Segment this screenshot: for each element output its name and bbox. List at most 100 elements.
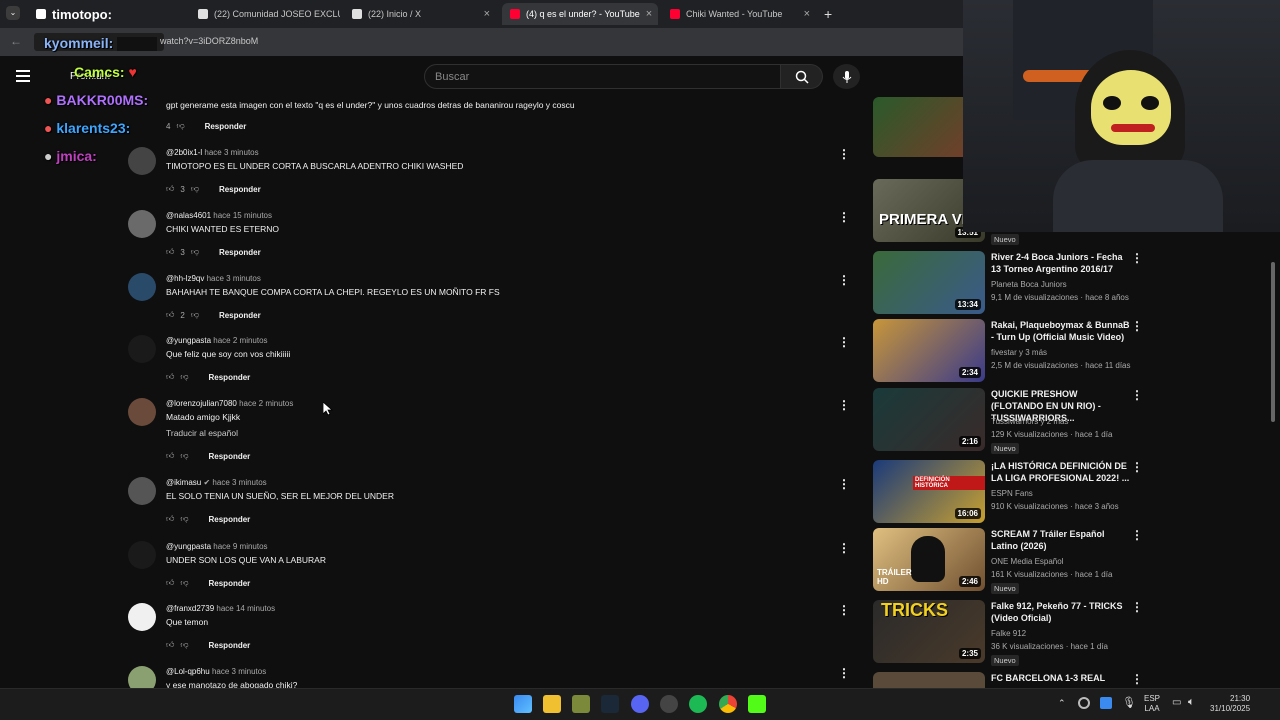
steam-icon[interactable] [601, 695, 619, 713]
app-icon[interactable] [660, 695, 678, 713]
tray-overflow-icon[interactable]: ⌃ [1058, 698, 1066, 709]
more-options-icon[interactable]: ⋮ [838, 398, 850, 412]
tab-2[interactable]: (22) Comunidad JOSEO EXCLUS× [190, 3, 340, 25]
more-options-icon[interactable]: ⋮ [838, 603, 850, 617]
avatar[interactable] [128, 666, 156, 688]
new-tab-icon[interactable]: + [824, 6, 832, 22]
comment-time[interactable]: hace 3 minutos [207, 274, 261, 283]
comment-author[interactable]: @ikimasu [166, 478, 201, 487]
like-icon[interactable]: 👍︎ [166, 514, 174, 524]
comment-time[interactable]: hace 15 minutos [213, 211, 272, 220]
avatar[interactable] [128, 210, 156, 238]
clock[interactable]: 21:30 31/10/2025 [1210, 694, 1250, 714]
video-thumbnail[interactable]: 13:34 [873, 251, 985, 314]
chrome-icon[interactable] [719, 695, 737, 713]
channel-name[interactable]: fivestar y 3 más [991, 348, 1047, 357]
comment-time[interactable]: hace 3 minutos [212, 478, 266, 487]
dislike-icon[interactable]: 👎︎ [191, 184, 199, 194]
video-card[interactable]: 2:16 QUICKIE PRESHOW (FLOTANDO EN UN RIO… [873, 388, 1273, 454]
reply-button[interactable]: Responder [209, 373, 251, 382]
volume-icon[interactable]: 🔈︎ [1188, 696, 1195, 709]
video-title[interactable]: Falke 912, Pekeño 77 - TRICKS (Video Ofi… [991, 600, 1131, 624]
like-icon[interactable]: 👍︎ [166, 372, 174, 382]
spotify-icon[interactable] [689, 695, 707, 713]
comment-time[interactable]: hace 3 minutos [204, 148, 258, 157]
like-icon[interactable]: 👍︎ [166, 310, 174, 320]
security-icon[interactable] [1100, 697, 1112, 709]
comment-author[interactable]: @franxd2739 [166, 604, 214, 613]
video-title[interactable]: SCREAM 7 Tráiler Español Latino (2026) [991, 528, 1131, 552]
reply-button[interactable]: Responder [209, 452, 251, 461]
reply-button[interactable]: Responder [219, 248, 261, 257]
avatar[interactable] [128, 335, 156, 363]
avatar[interactable] [128, 603, 156, 631]
voice-search-button[interactable] [833, 64, 860, 89]
video-card[interactable]: FC BARCELONA 1-3 REAL ⋮ [873, 672, 1273, 688]
more-options-icon[interactable]: ⋮ [1131, 528, 1143, 542]
video-thumbnail[interactable]: 2:34 [873, 319, 985, 382]
windows-start-icon[interactable] [514, 695, 532, 713]
comment-time[interactable]: hace 9 minutos [213, 542, 267, 551]
video-card[interactable]: TRÁILER HD 2:46 SCREAM 7 Tráiler Español… [873, 528, 1273, 594]
video-thumbnail[interactable] [873, 672, 985, 688]
like-icon[interactable]: 👍︎ [166, 640, 174, 650]
more-options-icon[interactable]: ⋮ [1131, 460, 1143, 474]
network-icon[interactable]: ▭ [1172, 697, 1181, 708]
comment-time[interactable]: hace 2 minutos [239, 399, 293, 408]
dislike-icon[interactable]: 👎︎ [191, 310, 199, 320]
url-text[interactable]: watch?v=3iDORZ8nboM [160, 36, 258, 46]
reply-button[interactable]: Responder [205, 122, 247, 131]
channel-name[interactable]: Tussiwarriors y 2 más [991, 417, 1069, 426]
more-options-icon[interactable]: ⋮ [1131, 672, 1143, 686]
more-options-icon[interactable]: ⋮ [838, 335, 850, 349]
more-options-icon[interactable]: ⋮ [838, 666, 848, 680]
menu-icon[interactable] [16, 70, 30, 82]
sync-icon[interactable] [1078, 697, 1090, 709]
discord-icon[interactable] [631, 695, 649, 713]
more-options-icon[interactable]: ⋮ [838, 210, 850, 224]
channel-name[interactable]: Planeta Boca Juniors [991, 280, 1067, 289]
video-card[interactable]: DEFINICIÓN HISTÓRICA 16:06 ¡LA HISTÓRICA… [873, 460, 1273, 524]
like-icon[interactable]: 👍︎ [166, 247, 174, 257]
dislike-icon[interactable]: 👎︎ [191, 247, 199, 257]
dislike-icon[interactable]: 👎︎ [180, 640, 188, 650]
avatar[interactable] [128, 273, 156, 301]
close-icon[interactable]: × [484, 8, 490, 20]
like-icon[interactable]: 👍︎ [166, 184, 174, 194]
back-icon[interactable]: ← [10, 34, 22, 48]
file-explorer-icon[interactable] [543, 695, 561, 713]
avatar[interactable] [128, 398, 156, 426]
comment-time[interactable]: hace 3 minutos [212, 667, 266, 676]
close-icon[interactable]: × [646, 8, 652, 20]
comment-author[interactable]: @hh-lz9qv [166, 274, 204, 283]
video-title[interactable]: Rakai, Plaqueboymax & BunnaB - Turn Up (… [991, 319, 1131, 343]
video-card[interactable]: TRICKS 2:35 Falke 912, Pekeño 77 - TRICK… [873, 600, 1273, 666]
video-title[interactable]: ¡LA HISTÓRICA DEFINICIÓN DE LA LIGA PROF… [991, 460, 1131, 484]
dislike-icon[interactable]: 👎︎ [176, 121, 184, 131]
comment-author[interactable]: @nalas4601 [166, 211, 211, 220]
like-icon[interactable]: 👍︎ [166, 451, 174, 461]
avatar[interactable] [128, 147, 156, 175]
comment-author[interactable]: @yungpasta [166, 336, 211, 345]
more-options-icon[interactable]: ⋮ [838, 477, 850, 491]
tab-search-icon[interactable]: ⌄ [6, 6, 20, 20]
comment-time[interactable]: hace 2 minutos [213, 336, 267, 345]
reply-button[interactable]: Responder [219, 311, 261, 320]
avatar[interactable] [128, 541, 156, 569]
language-indicator[interactable]: ESP LAA [1144, 694, 1160, 714]
kick-icon[interactable] [748, 695, 766, 713]
more-options-icon[interactable]: ⋮ [838, 273, 850, 287]
video-thumbnail[interactable]: DEFINICIÓN HISTÓRICA 16:06 [873, 460, 985, 523]
channel-name[interactable]: ONE Media Español [991, 557, 1063, 566]
tab-1[interactable]: timotopo: [28, 3, 188, 25]
dislike-icon[interactable]: 👎︎ [180, 451, 188, 461]
video-card[interactable]: 2:34 Rakai, Plaqueboymax & BunnaB - Turn… [873, 319, 1273, 383]
reply-button[interactable]: Responder [209, 641, 251, 650]
video-title[interactable]: FC BARCELONA 1-3 REAL [991, 672, 1131, 684]
reply-button[interactable]: Responder [209, 579, 251, 588]
more-options-icon[interactable]: ⋮ [1131, 251, 1143, 265]
search-input[interactable]: Buscar [424, 64, 781, 89]
comment-author[interactable]: @Lol-qp6hu [166, 667, 210, 676]
tab-5[interactable]: Chiki Wanted - YouTube × [662, 3, 818, 25]
more-options-icon[interactable]: ⋮ [1131, 600, 1143, 614]
